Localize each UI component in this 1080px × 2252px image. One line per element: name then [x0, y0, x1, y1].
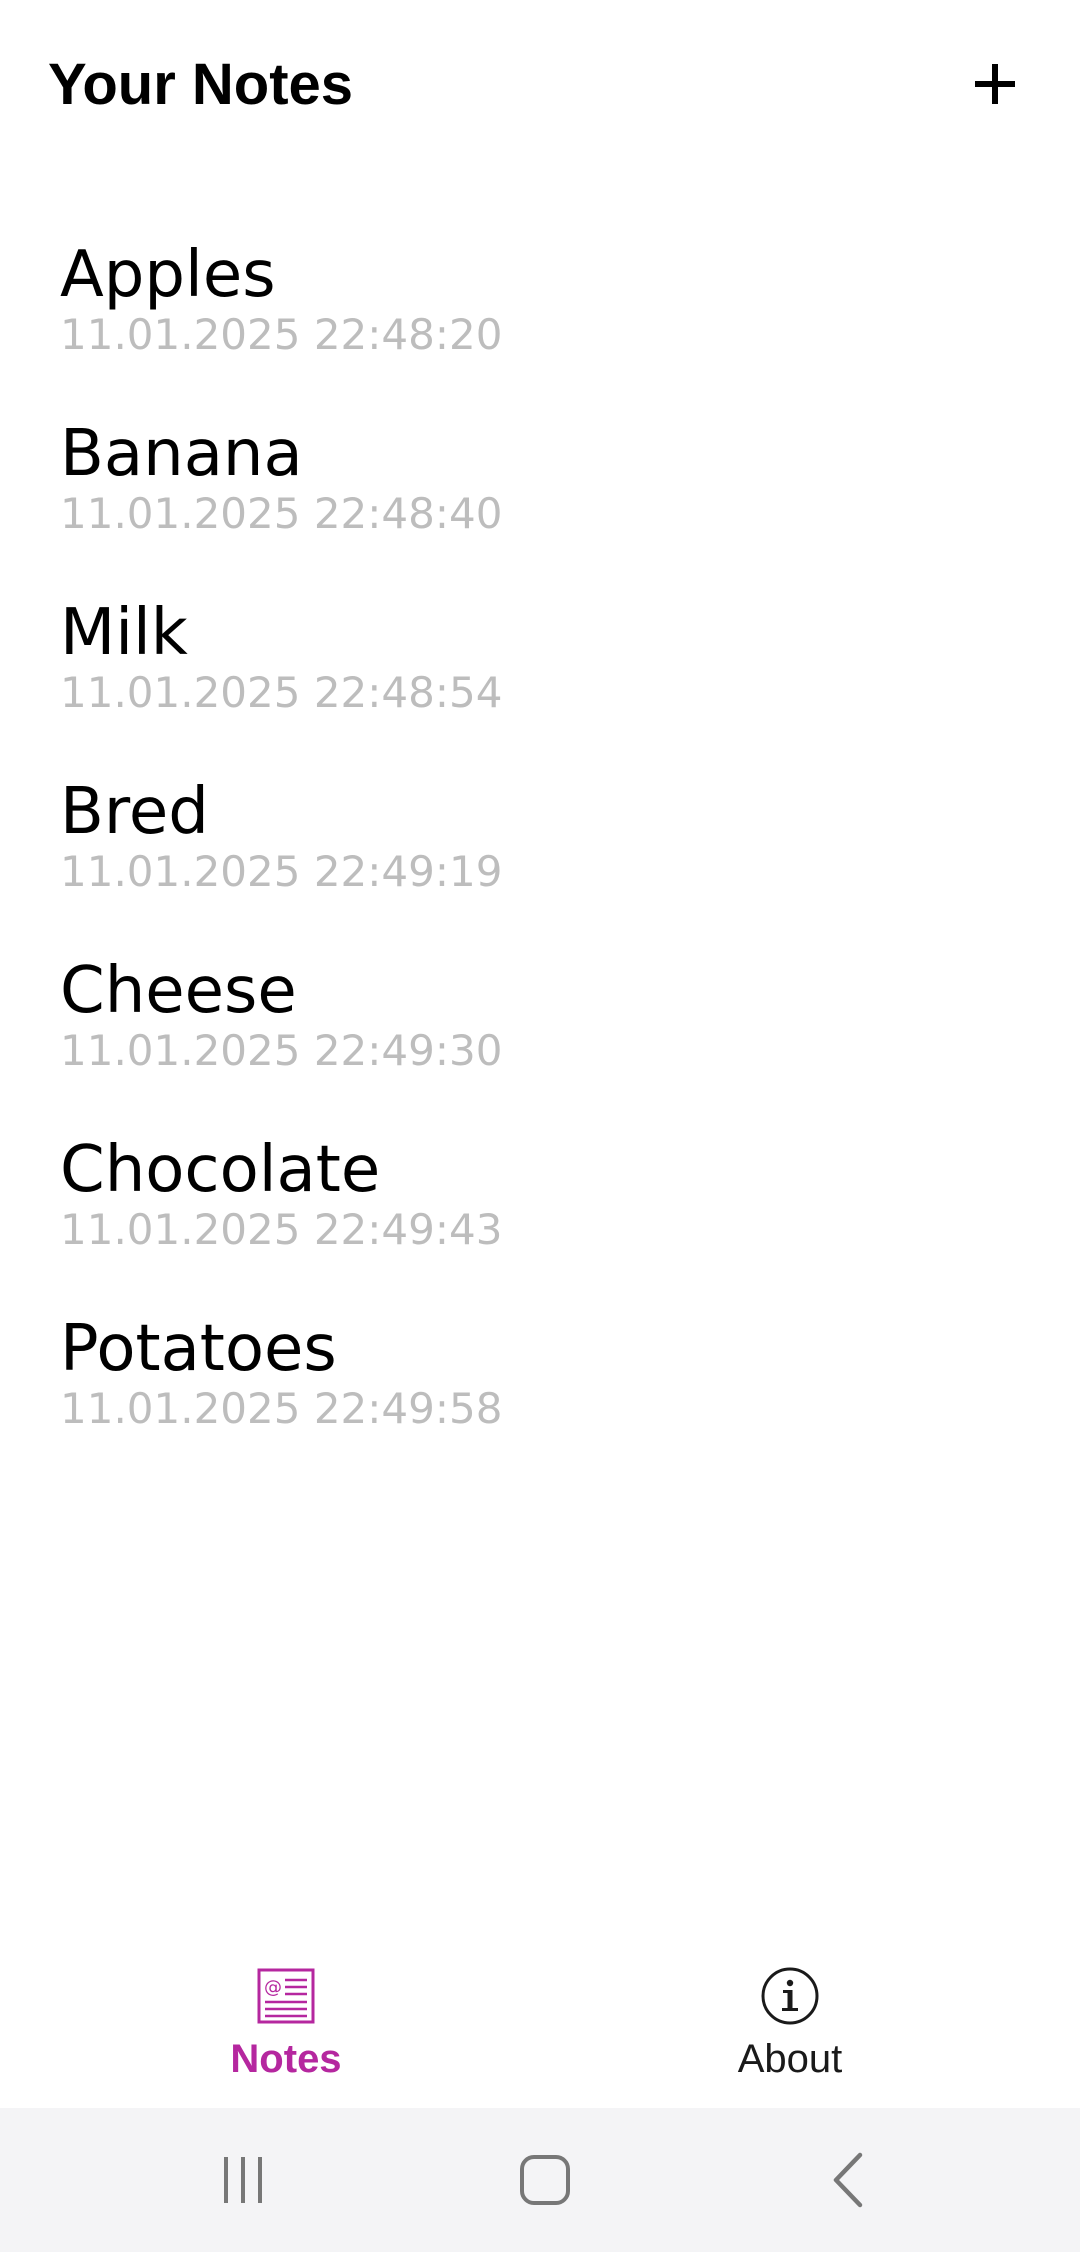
note-title: Banana	[60, 417, 303, 491]
note-item[interactable]: Banana 11.01.2025 22:48:40	[0, 404, 1080, 583]
note-title: Potatoes	[60, 1312, 337, 1386]
note-title: Chocolate	[60, 1133, 381, 1207]
note-date: 11.01.2025 22:48:20	[60, 310, 503, 359]
home-icon	[520, 2155, 570, 2205]
note-date: 11.01.2025 22:49:58	[60, 1384, 503, 1433]
note-item[interactable]: Cheese 11.01.2025 22:49:30	[0, 941, 1080, 1120]
note-item[interactable]: Bred 11.01.2025 22:49:19	[0, 762, 1080, 941]
bottom-tab-bar: @ Notes About	[0, 1950, 1080, 2108]
note-date: 11.01.2025 22:49:30	[60, 1026, 503, 1075]
note-title: Cheese	[60, 954, 297, 1028]
page-title: Your Notes	[48, 52, 354, 117]
note-title: Milk	[60, 596, 188, 670]
notes-icon: @	[257, 1966, 315, 2026]
tab-notes[interactable]: @ Notes	[16, 1950, 556, 2108]
note-item[interactable]: Apples 11.01.2025 22:48:20	[0, 225, 1080, 404]
system-navigation-bar	[0, 2108, 1080, 2252]
note-title: Apples	[60, 238, 276, 312]
tab-about[interactable]: About	[520, 1950, 1060, 2108]
back-icon	[833, 2152, 863, 2208]
note-item[interactable]: Potatoes 11.01.2025 22:49:58	[0, 1299, 1080, 1478]
note-date: 11.01.2025 22:48:40	[60, 489, 503, 538]
tab-notes-label: Notes	[230, 2037, 342, 2081]
svg-text:@: @	[264, 1977, 282, 1998]
info-icon	[760, 1966, 820, 2026]
notes-list: Apples 11.01.2025 22:48:20 Banana 11.01.…	[0, 225, 1080, 1478]
home-button[interactable]	[485, 2144, 605, 2216]
note-date: 11.01.2025 22:49:19	[60, 847, 503, 896]
recents-icon	[224, 2157, 262, 2203]
header: Your Notes	[0, 0, 1080, 170]
note-date: 11.01.2025 22:48:54	[60, 668, 503, 717]
note-item[interactable]: Milk 11.01.2025 22:48:54	[0, 583, 1080, 762]
add-note-button[interactable]	[950, 44, 1040, 124]
note-item[interactable]: Chocolate 11.01.2025 22:49:43	[0, 1120, 1080, 1299]
recents-button[interactable]	[183, 2144, 303, 2216]
note-date: 11.01.2025 22:49:43	[60, 1205, 503, 1254]
note-title: Bred	[60, 775, 209, 849]
plus-icon	[975, 64, 1015, 104]
back-button[interactable]	[788, 2144, 908, 2216]
tab-about-label: About	[737, 2037, 843, 2081]
app-screen: Your Notes Apples 11.01.2025 22:48:20 Ba…	[0, 0, 1080, 2252]
